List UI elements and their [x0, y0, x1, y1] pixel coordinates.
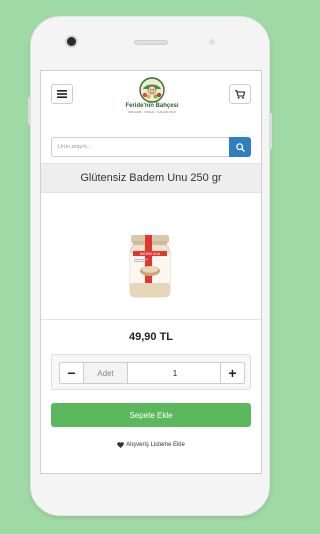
add-to-cart-label: Sepete Ekle [129, 410, 173, 420]
section-divider [41, 319, 261, 320]
cart-icon [235, 89, 245, 99]
front-camera [67, 37, 76, 46]
quantity-label: Adet [84, 363, 128, 383]
quantity-panel: − Adet 1 + [51, 354, 251, 390]
cart-button[interactable] [229, 84, 251, 104]
jar-label-text: BADEM UNU [140, 252, 161, 256]
brand-logo[interactable]: Feride'nin Bahçesi ORGANIK · DOGAL · KAH… [107, 77, 197, 117]
product-price: 49,90 TL [128, 331, 174, 343]
app-header: Feride'nin Bahçesi ORGANIK · DOGAL · KAH… [41, 71, 261, 133]
logo-name: Feride'nin Bahçesi [125, 103, 179, 109]
decrease-quantity-button[interactable]: − [60, 363, 84, 383]
earpiece-speaker [134, 40, 168, 45]
logo-tagline: ORGANIK · DOGAL · KAHVALTILIK [127, 110, 177, 114]
add-to-cart-button[interactable]: Sepete Ekle [51, 403, 251, 427]
search-bar [51, 137, 251, 157]
search-icon [235, 142, 245, 152]
hamburger-icon [57, 90, 67, 98]
search-button[interactable] [229, 137, 251, 157]
increase-quantity-button[interactable]: + [220, 363, 244, 383]
product-title-bar: Glütensiz Badem Unu 250 gr [41, 163, 261, 193]
product-title: Glütensiz Badem Unu 250 gr [80, 172, 222, 184]
quantity-input[interactable]: 1 [128, 363, 222, 383]
jar-image: BADEM UNU [129, 235, 171, 298]
app-screen: Feride'nin Bahçesi ORGANIK · DOGAL · KAH… [40, 70, 262, 474]
search-input[interactable] [51, 137, 229, 157]
phone-frame: Feride'nin Bahçesi ORGANIK · DOGAL · KAH… [28, 16, 272, 516]
quantity-stepper: − Adet 1 + [59, 362, 245, 384]
volume-button [28, 97, 31, 125]
wishlist-label: Alışveriş Listeme Ekle [126, 442, 185, 448]
product-image[interactable]: BADEM UNU [125, 195, 175, 305]
heart-icon [117, 442, 124, 448]
logo-emblem [139, 77, 165, 103]
proximity-sensor [209, 39, 215, 45]
add-to-wishlist-link[interactable]: Alışveriş Listeme Ekle [41, 439, 261, 451]
menu-button[interactable] [51, 84, 73, 104]
power-button [269, 113, 272, 149]
